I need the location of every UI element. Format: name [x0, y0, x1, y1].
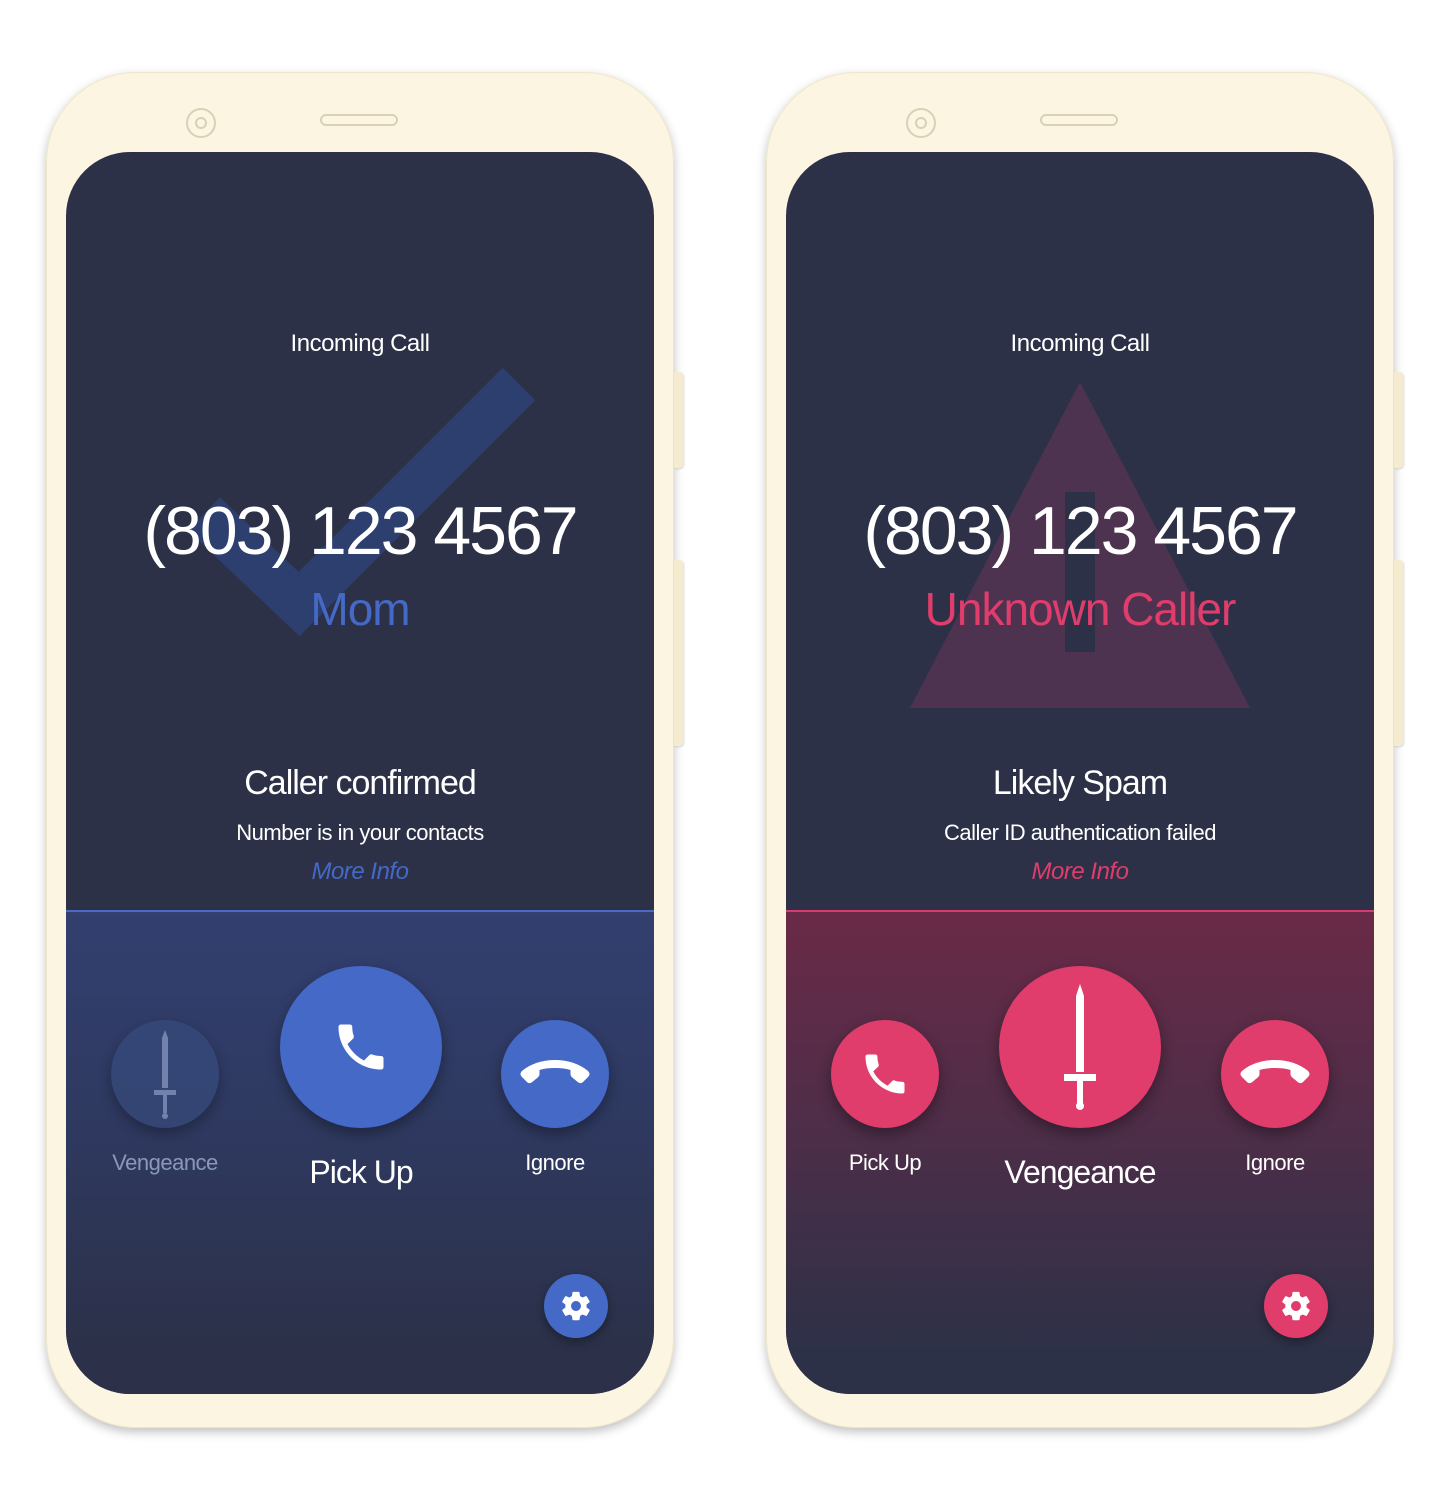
- ignore-label: Ignore: [1245, 1150, 1305, 1175]
- caller-name: Unknown Caller: [924, 583, 1237, 635]
- check-icon: [188, 367, 536, 637]
- caller-name: Mom: [310, 583, 410, 635]
- status-subtitle: Caller ID authentication failed: [944, 820, 1216, 845]
- sword-icon: [1064, 984, 1096, 1110]
- front-camera: [906, 108, 936, 138]
- gear-icon: [1282, 1291, 1310, 1321]
- call-screen: Incoming Call (803) 123 4567 Unknown Cal…: [786, 152, 1374, 1394]
- vengeance-label: Vengeance: [112, 1150, 218, 1175]
- vengeance-button[interactable]: [999, 966, 1161, 1128]
- power-button: [674, 560, 683, 746]
- gear-icon: [562, 1291, 590, 1321]
- more-info-link[interactable]: More Info: [66, 858, 654, 886]
- vengeance-label: Vengeance: [1004, 1154, 1156, 1190]
- caller-number: (803) 123 4567: [143, 493, 578, 569]
- warning-icon: [910, 382, 1250, 708]
- settings-button[interactable]: [1264, 1274, 1328, 1338]
- volume-button: [1394, 372, 1403, 468]
- earpiece-speaker: [1040, 114, 1118, 126]
- ignore-label: Ignore: [525, 1150, 585, 1175]
- status-title: Caller confirmed: [244, 764, 477, 802]
- status-subtitle: Number is in your contacts: [236, 820, 484, 845]
- more-info-link[interactable]: More Info: [786, 858, 1374, 886]
- phone-icon: [338, 1024, 384, 1070]
- phone-confirmed: Incoming Call (803) 123 4567 Mom Caller …: [46, 72, 683, 1428]
- phone-icon: [865, 1054, 905, 1094]
- incoming-call-header: Incoming Call: [290, 330, 430, 357]
- status-title: Likely Spam: [992, 764, 1168, 802]
- hang-up-icon: [520, 1060, 590, 1084]
- sword-icon: [154, 1030, 176, 1119]
- front-camera: [186, 108, 216, 138]
- pick-up-button[interactable]: [831, 1020, 939, 1128]
- volume-button: [674, 372, 683, 468]
- pick-up-button[interactable]: [280, 966, 442, 1128]
- incoming-call-header: Incoming Call: [1010, 330, 1150, 357]
- hang-up-icon: [1240, 1060, 1310, 1084]
- mockup-stage: Incoming Call (803) 123 4567 Mom Caller …: [0, 0, 1440, 1500]
- ignore-button[interactable]: [1221, 1020, 1329, 1128]
- vengeance-button[interactable]: [111, 1020, 219, 1128]
- settings-button[interactable]: [544, 1274, 608, 1338]
- ignore-button[interactable]: [501, 1020, 609, 1128]
- power-button: [1394, 560, 1403, 746]
- phone-spam: Incoming Call (803) 123 4567 Unknown Cal…: [766, 72, 1403, 1428]
- pick-up-label: Pick Up: [848, 1150, 922, 1175]
- caller-number: (803) 123 4567: [863, 493, 1298, 569]
- pick-up-label: Pick Up: [309, 1154, 413, 1190]
- call-actions-panel: Vengeance Pick Up Ignore: [66, 910, 654, 1394]
- call-actions-panel: Pick Up Vengeance Ignore: [786, 910, 1374, 1394]
- call-screen: Incoming Call (803) 123 4567 Mom Caller …: [66, 152, 654, 1394]
- earpiece-speaker: [320, 114, 398, 126]
